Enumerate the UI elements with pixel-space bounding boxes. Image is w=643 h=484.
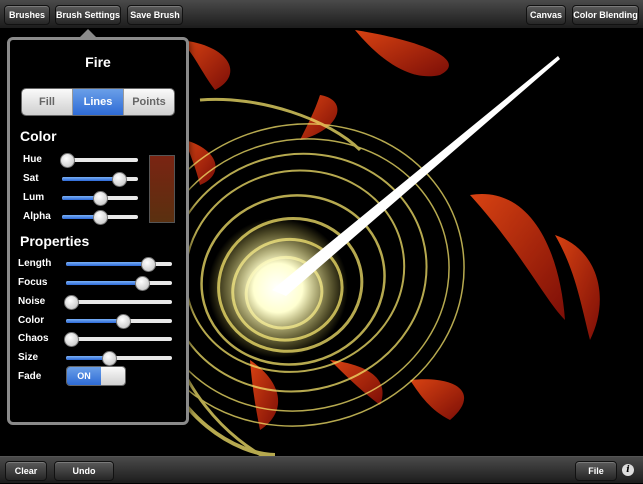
canvas-button[interactable]: Canvas: [526, 5, 566, 25]
properties-heading: Properties: [20, 233, 90, 249]
chaos-slider-knob[interactable]: [64, 332, 80, 347]
brushes-button[interactable]: Brushes: [4, 5, 50, 25]
chaos-slider[interactable]: [64, 332, 172, 347]
alpha-slider-knob[interactable]: [93, 210, 108, 225]
focus-label: Focus: [18, 277, 48, 288]
mode-points-segment[interactable]: Points: [124, 89, 174, 115]
color-property-label: Color: [18, 315, 45, 326]
fade-toggle-state: ON: [67, 367, 101, 385]
brush-name-title: Fire: [85, 54, 111, 70]
noise-label: Noise: [18, 296, 46, 307]
length-slider[interactable]: [66, 257, 172, 272]
mode-fill-segment[interactable]: Fill: [22, 89, 73, 115]
color-blending-button[interactable]: Color Blending: [572, 5, 639, 25]
top-toolbar: Brushes Brush Settings Save Brush Canvas…: [0, 0, 643, 29]
size-slider-knob[interactable]: [102, 351, 118, 366]
lum-slider[interactable]: [62, 191, 138, 206]
lum-slider-knob[interactable]: [93, 191, 108, 206]
brush-settings-popover: Fire Fill Lines Points Color Hue Sat Lum…: [7, 37, 189, 425]
alpha-label: Alpha: [23, 211, 51, 222]
save-brush-button[interactable]: Save Brush: [127, 5, 183, 25]
length-slider-knob[interactable]: [140, 257, 156, 272]
hue-label: Hue: [23, 154, 42, 165]
hue-slider-knob[interactable]: [60, 153, 76, 168]
length-label: Length: [18, 258, 52, 269]
color-heading: Color: [20, 128, 57, 144]
lum-label: Lum: [23, 192, 45, 203]
file-button[interactable]: File: [575, 461, 617, 481]
fade-toggle-thumb[interactable]: [101, 367, 125, 385]
brush-settings-button[interactable]: Brush Settings: [55, 5, 121, 25]
fade-label: Fade: [18, 371, 42, 382]
color-preview-swatch: [149, 155, 175, 223]
mode-segmented-control: Fill Lines Points: [21, 88, 175, 116]
focus-slider[interactable]: [66, 276, 172, 291]
hue-slider[interactable]: [60, 153, 138, 168]
noise-slider[interactable]: [64, 295, 172, 310]
alpha-slider[interactable]: [62, 210, 138, 225]
focus-slider-knob[interactable]: [135, 276, 151, 291]
size-slider[interactable]: [66, 351, 172, 366]
sat-slider[interactable]: [62, 172, 138, 187]
popover-arrow: [80, 29, 96, 37]
sat-label: Sat: [23, 173, 39, 184]
mode-lines-segment[interactable]: Lines: [73, 89, 124, 115]
bottom-toolbar: Clear Undo File i: [0, 456, 643, 484]
chaos-label: Chaos: [18, 333, 49, 344]
fade-toggle[interactable]: ON: [66, 366, 126, 386]
noise-slider-knob[interactable]: [64, 295, 80, 310]
info-icon[interactable]: i: [622, 464, 634, 476]
color-property-slider[interactable]: [66, 314, 172, 329]
undo-button[interactable]: Undo: [54, 461, 114, 481]
color-property-slider-knob[interactable]: [116, 314, 132, 329]
size-label: Size: [18, 352, 39, 363]
clear-button[interactable]: Clear: [5, 461, 47, 481]
sat-slider-knob[interactable]: [112, 172, 127, 187]
